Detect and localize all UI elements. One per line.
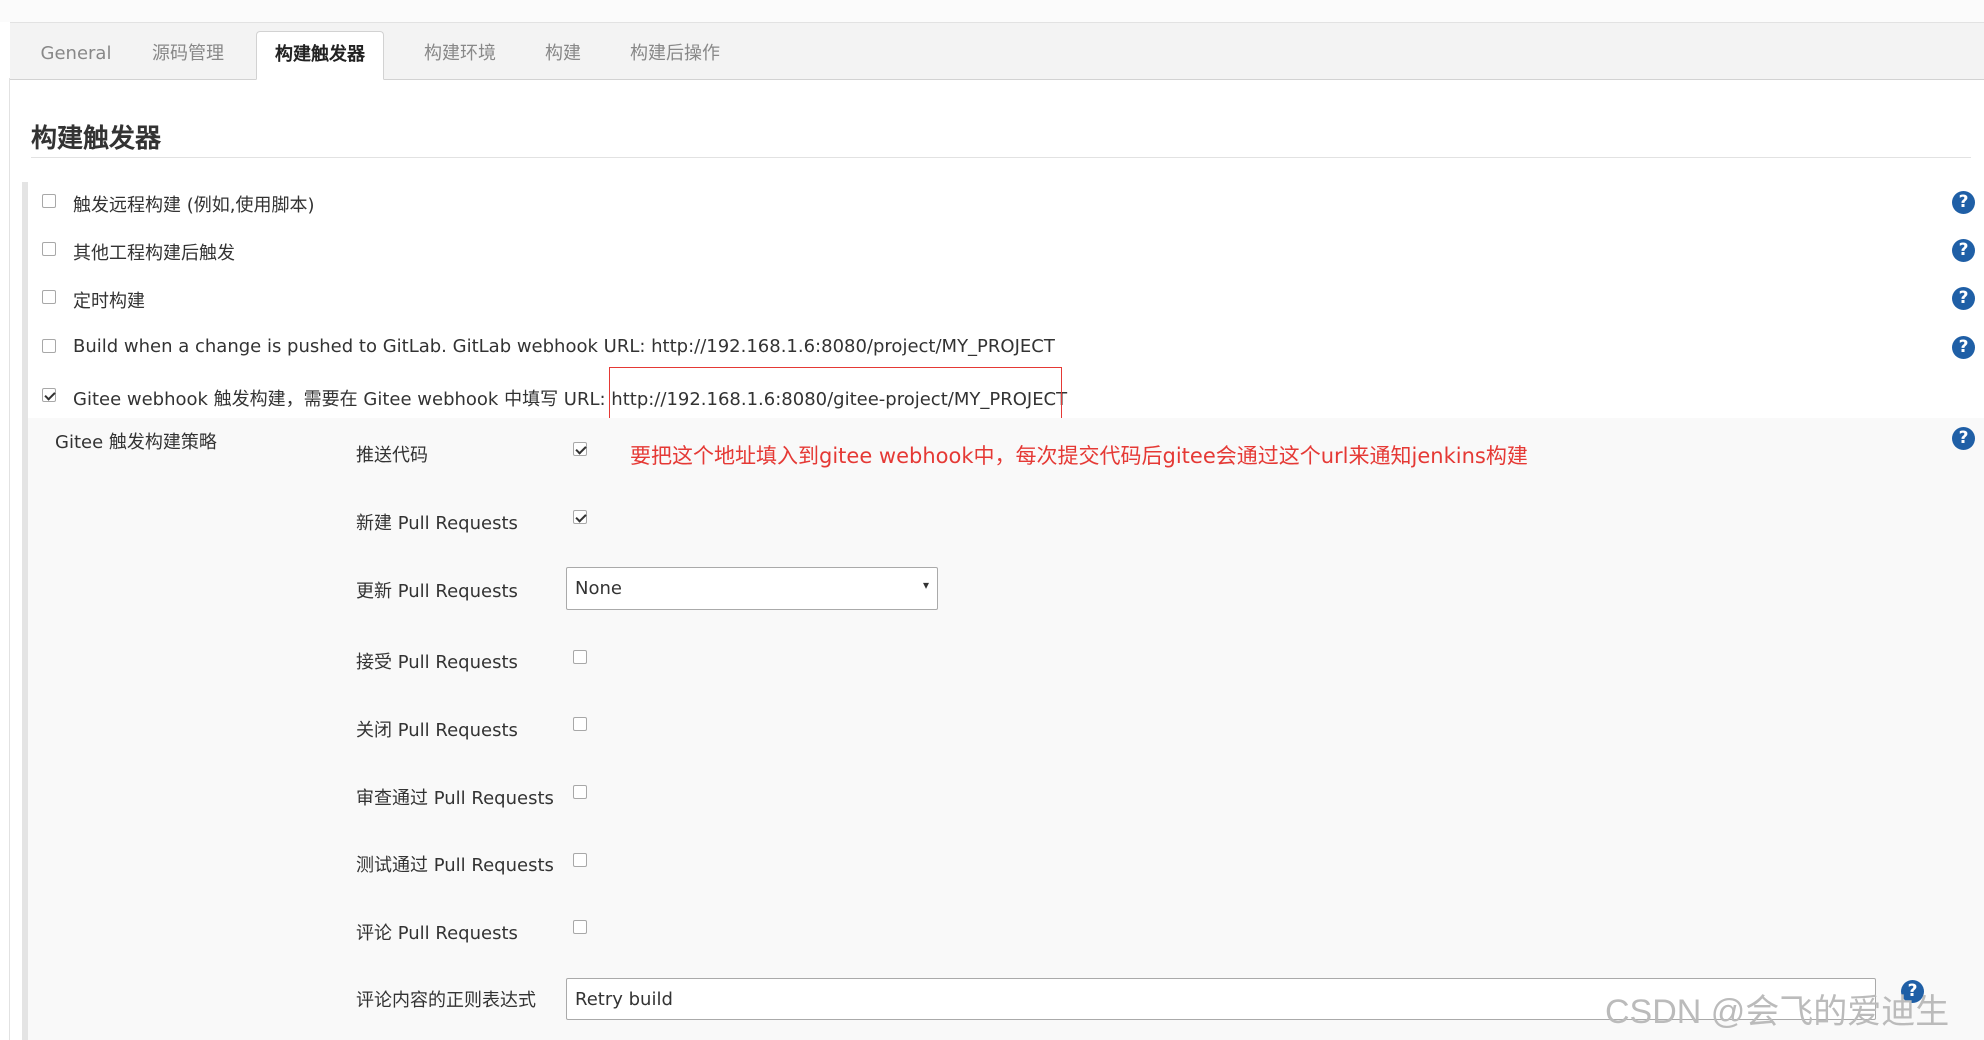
help-icon[interactable]: ? (1952, 287, 1975, 310)
help-icon[interactable]: ? (1952, 191, 1975, 214)
update-pr-label: 更新 Pull Requests (356, 581, 518, 602)
update-pr-select[interactable]: None ▾ (566, 567, 938, 610)
tab-post-build-actions[interactable]: 构建后操作 (614, 31, 736, 79)
push-code-label: 推送代码 (356, 445, 428, 466)
gitee-strategy-title: Gitee 触发构建策略 (55, 432, 217, 453)
section-divider (31, 157, 1971, 158)
trigger-gitlab-label: Build when a change is pushed to GitLab.… (73, 336, 1055, 357)
comment-pr-label: 评论 Pull Requests (356, 923, 518, 944)
trigger-gitee-checkbox[interactable] (42, 388, 56, 402)
comment-regex-value: Retry build (575, 989, 673, 1010)
comment-pr-checkbox[interactable] (573, 920, 587, 934)
trigger-after-other-projects-label: 其他工程构建后触发 (73, 243, 235, 264)
help-icon[interactable]: ? (1952, 427, 1975, 450)
help-icon[interactable]: ? (1952, 336, 1975, 359)
config-tab-bar: General 源码管理 构建触发器 构建环境 构建 构建后操作 (10, 22, 1984, 80)
tab-source-management[interactable]: 源码管理 (138, 31, 238, 79)
approve-pr-checkbox[interactable] (573, 785, 587, 799)
comment-regex-label: 评论内容的正则表达式 (356, 990, 536, 1011)
tab-build-triggers[interactable]: 构建触发器 (256, 31, 384, 80)
watermark: CSDN @会飞的爱迪生 (1605, 993, 1950, 1031)
trigger-remote-checkbox[interactable] (42, 194, 56, 208)
test-pr-label: 测试通过 Pull Requests (356, 855, 554, 876)
update-pr-select-value: None (575, 578, 622, 599)
gitee-strategy-panel (28, 418, 1984, 1040)
window-top-band (0, 0, 1984, 22)
tab-build[interactable]: 构建 (530, 31, 596, 79)
new-pr-checkbox[interactable] (573, 510, 587, 524)
trigger-after-other-projects-checkbox[interactable] (42, 242, 56, 256)
close-pr-checkbox[interactable] (573, 717, 587, 731)
trigger-scheduled-label: 定时构建 (73, 291, 145, 312)
annotation-note: 要把这个地址填入到gitee webhook中，每次提交代码后gitee会通过这… (630, 444, 1528, 468)
new-pr-label: 新建 Pull Requests (356, 513, 518, 534)
trigger-remote-label: 触发远程构建 (例如,使用脚本) (73, 195, 315, 216)
trigger-scheduled-checkbox[interactable] (42, 290, 56, 304)
accept-pr-label: 接受 Pull Requests (356, 652, 518, 673)
test-pr-checkbox[interactable] (573, 853, 587, 867)
chevron-down-icon: ▾ (922, 578, 929, 592)
approve-pr-label: 审查通过 Pull Requests (356, 788, 554, 809)
trigger-gitlab-checkbox[interactable] (42, 339, 56, 353)
accept-pr-checkbox[interactable] (573, 650, 587, 664)
section-title: 构建触发器 (31, 124, 162, 154)
tab-general[interactable]: General (26, 31, 126, 79)
content-left-border (9, 78, 10, 1040)
trigger-gitee-label-text: Gitee webhook 触发构建，需要在 Gitee webhook 中填写… (73, 389, 612, 410)
tab-build-environment[interactable]: 构建环境 (408, 31, 512, 79)
push-code-checkbox[interactable] (573, 442, 587, 456)
close-pr-label: 关闭 Pull Requests (356, 720, 518, 741)
help-icon[interactable]: ? (1952, 239, 1975, 262)
